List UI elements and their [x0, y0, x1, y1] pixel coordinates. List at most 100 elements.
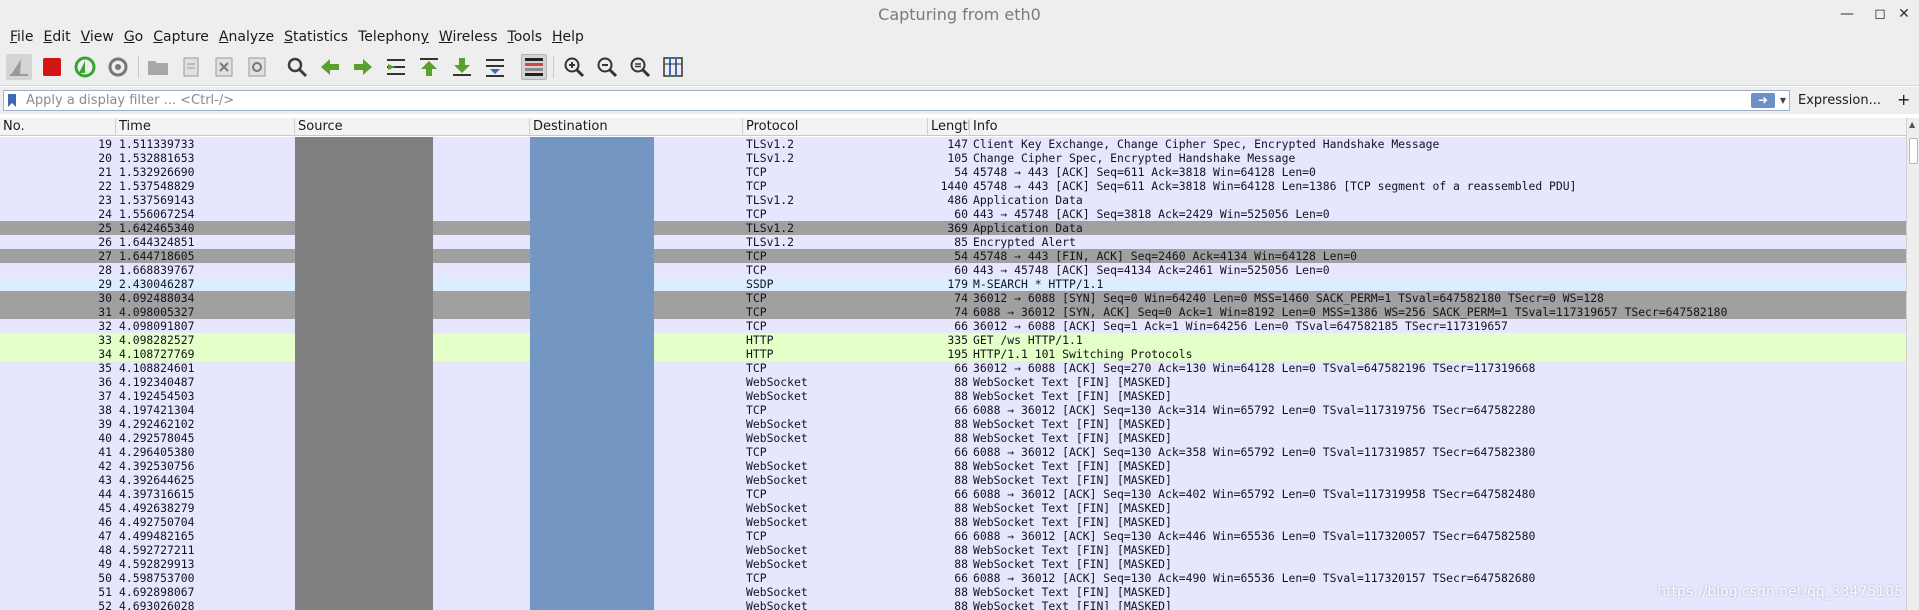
menu-statistics[interactable]: Statistics	[280, 26, 354, 48]
packet-source	[295, 221, 433, 235]
go-first-packet-button[interactable]	[416, 54, 442, 80]
packet-row[interactable]: 48 4.592727211 WebSocket 88 WebSocket Text […	[0, 543, 1906, 557]
packet-row[interactable]: 36 4.192340487 WebSocket 88 WebSocket Text […	[0, 375, 1906, 389]
packet-row[interactable]: 41 4.296405380 TCP 66 6088 → 36012 [ACK] Seq…	[0, 445, 1906, 459]
column-header-source[interactable]: Source	[295, 118, 530, 136]
menu-tools[interactable]: Tools	[504, 26, 549, 48]
packet-source	[295, 305, 433, 319]
packet-row[interactable]: 40 4.292578045 WebSocket 88 WebSocket Text […	[0, 431, 1906, 445]
packet-row[interactable]: 20 1.532881653 TLSv1.2 105 Change Cipher Spe…	[0, 151, 1906, 165]
packet-row[interactable]: 47 4.499482165 TCP 66 6088 → 36012 [ACK] Seq…	[0, 529, 1906, 543]
open-file-button[interactable]	[145, 54, 171, 80]
column-header-destination[interactable]: Destination	[530, 118, 743, 136]
packet-destination	[530, 389, 654, 403]
packet-source	[295, 277, 433, 291]
scrollbar-thumb[interactable]	[1909, 138, 1918, 164]
colorize-list-icon	[525, 58, 543, 76]
packet-length: 1440	[940, 179, 968, 193]
packet-row[interactable]: 45 4.492638279 WebSocket 88 WebSocket Text […	[0, 501, 1906, 515]
auto-scroll-button[interactable]	[482, 54, 508, 80]
packet-list[interactable]: No. Time Source Destination Protocol Len…	[0, 118, 1906, 610]
packet-row[interactable]: 42 4.392530756 WebSocket 88 WebSocket Text […	[0, 459, 1906, 473]
packet-time: 1.537548829	[119, 179, 195, 193]
packet-row[interactable]: 49 4.592829913 WebSocket 88 WebSocket Text […	[0, 557, 1906, 571]
stop-capture-button[interactable]	[39, 54, 65, 80]
expression-button[interactable]: Expression...	[1798, 93, 1881, 108]
packet-row[interactable]: 50 4.598753700 TCP 66 6088 → 36012 [ACK] Seq…	[0, 571, 1906, 585]
bookmark-icon[interactable]	[7, 94, 17, 107]
packet-row[interactable]: 25 1.642465340 TLSv1.2 369 Application Data	[0, 221, 1906, 235]
packet-row[interactable]: 22 1.537548829 TCP 1440 45748 → 443 [ACK] Se…	[0, 179, 1906, 193]
packet-row[interactable]: 51 4.692898067 WebSocket 88 WebSocket Text […	[0, 585, 1906, 599]
save-file-button[interactable]	[178, 54, 204, 80]
packet-protocol: TCP	[746, 179, 767, 193]
packet-row[interactable]: 52 4.693026028 WebSocket 88 WebSocket Text […	[0, 599, 1906, 610]
packet-row[interactable]: 39 4.292462102 WebSocket 88 WebSocket Text […	[0, 417, 1906, 431]
packet-row[interactable]: 19 1.511339733 TLSv1.2 147 Client Key Exchan…	[0, 137, 1906, 151]
packet-time: 1.642465340	[119, 221, 195, 235]
scroll-up-icon[interactable]: ▲	[1909, 120, 1915, 129]
close-button[interactable]: ✕	[1895, 4, 1913, 24]
packet-row[interactable]: 46 4.492750704 WebSocket 88 WebSocket Text […	[0, 515, 1906, 529]
packet-row[interactable]: 26 1.644324851 TLSv1.2 85 Encrypted Alert	[0, 235, 1906, 249]
capture-options-button[interactable]	[105, 54, 131, 80]
find-packet-button[interactable]	[284, 54, 310, 80]
go-back-button[interactable]	[317, 54, 343, 80]
packet-row[interactable]: 21 1.532926690 TCP 54 45748 → 443 [ACK] Seq=…	[0, 165, 1906, 179]
column-header-info[interactable]: Info	[970, 118, 1906, 136]
packet-row[interactable]: 24 1.556067254 TCP 60 443 → 45748 [ACK] Seq=…	[0, 207, 1906, 221]
packet-row[interactable]: 28 1.668839767 TCP 60 443 → 45748 [ACK] Seq=…	[0, 263, 1906, 277]
packet-time: 4.108824601	[119, 361, 195, 375]
add-filter-button[interactable]: +	[1897, 90, 1910, 109]
menu-capture[interactable]: Capture	[149, 26, 215, 48]
apply-filter-button[interactable]: ➜	[1751, 93, 1775, 108]
minimize-button[interactable]: —	[1838, 4, 1856, 24]
menu-help[interactable]: Help	[548, 26, 590, 48]
packet-row[interactable]: 27 1.644718605 TCP 54 45748 → 443 [FIN, ACK]…	[0, 249, 1906, 263]
packet-row[interactable]: 31 4.098005327 TCP 74 6088 → 36012 [SYN, ACK…	[0, 305, 1906, 319]
menu-edit[interactable]: Edit	[39, 26, 76, 48]
display-filter-bar: Apply a display filter ... <Ctrl-/> ➜ ▼ …	[0, 87, 1919, 114]
packet-length: 88	[954, 389, 968, 403]
packet-no: 36	[98, 375, 112, 389]
packet-row[interactable]: 34 4.108727769 HTTP 195 HTTP/1.1 101 Switchi…	[0, 347, 1906, 361]
packet-row[interactable]: 23 1.537569143 TLSv1.2 486 Application Data	[0, 193, 1906, 207]
display-filter-input[interactable]: Apply a display filter ... <Ctrl-/> ➜ ▼	[3, 90, 1790, 111]
zoom-out-button[interactable]	[594, 54, 620, 80]
start-capture-button[interactable]	[6, 54, 32, 80]
packet-row[interactable]: 32 4.098091807 TCP 66 36012 → 6088 [ACK] Seq…	[0, 319, 1906, 333]
packet-row[interactable]: 44 4.397316615 TCP 66 6088 → 36012 [ACK] Seq…	[0, 487, 1906, 501]
packet-row[interactable]: 38 4.197421304 TCP 66 6088 → 36012 [ACK] Seq…	[0, 403, 1906, 417]
zoom-in-button[interactable]	[561, 54, 587, 80]
column-header-protocol[interactable]: Protocol	[743, 118, 928, 136]
filter-history-dropdown[interactable]: ▼	[1778, 92, 1788, 109]
menu-view[interactable]: View	[77, 26, 120, 48]
resize-columns-button[interactable]	[660, 54, 686, 80]
go-forward-button[interactable]	[350, 54, 376, 80]
packet-row[interactable]: 35 4.108824601 TCP 66 36012 → 6088 [ACK] Seq…	[0, 361, 1906, 375]
go-to-packet-button[interactable]	[383, 54, 409, 80]
reload-file-button[interactable]	[244, 54, 270, 80]
menu-file[interactable]: File	[6, 26, 39, 48]
packet-row[interactable]: 37 4.192454503 WebSocket 88 WebSocket Text […	[0, 389, 1906, 403]
packet-row[interactable]: 33 4.098282527 HTTP 335 GET /ws HTTP/1.1	[0, 333, 1906, 347]
menu-telephony[interactable]: Telephony	[354, 26, 435, 48]
packet-list-scrollbar[interactable]: ▲	[1906, 118, 1919, 610]
go-last-packet-button[interactable]	[449, 54, 475, 80]
normal-size-button[interactable]	[627, 54, 653, 80]
restart-capture-button[interactable]	[72, 54, 98, 80]
close-file-button[interactable]	[211, 54, 237, 80]
column-header-length[interactable]: Length	[928, 118, 970, 136]
column-header-time[interactable]: Time	[116, 118, 295, 136]
menu-wireless[interactable]: Wireless	[435, 26, 504, 48]
menu-go[interactable]: Go	[120, 26, 149, 48]
packet-row[interactable]: 29 2.430046287 SSDP 179 M-SEARCH * HTTP/1.1	[0, 277, 1906, 291]
column-header-no[interactable]: No.	[0, 118, 116, 136]
packet-row[interactable]: 43 4.392644625 WebSocket 88 WebSocket Text […	[0, 473, 1906, 487]
packet-no: 31	[98, 305, 112, 319]
packet-row[interactable]: 30 4.092488034 TCP 74 36012 → 6088 [SYN] Seq…	[0, 291, 1906, 305]
packet-no: 21	[98, 165, 112, 179]
menu-analyze[interactable]: Analyze	[215, 26, 280, 48]
maximize-button[interactable]: ◻	[1871, 4, 1889, 24]
colorize-button[interactable]	[521, 54, 547, 80]
